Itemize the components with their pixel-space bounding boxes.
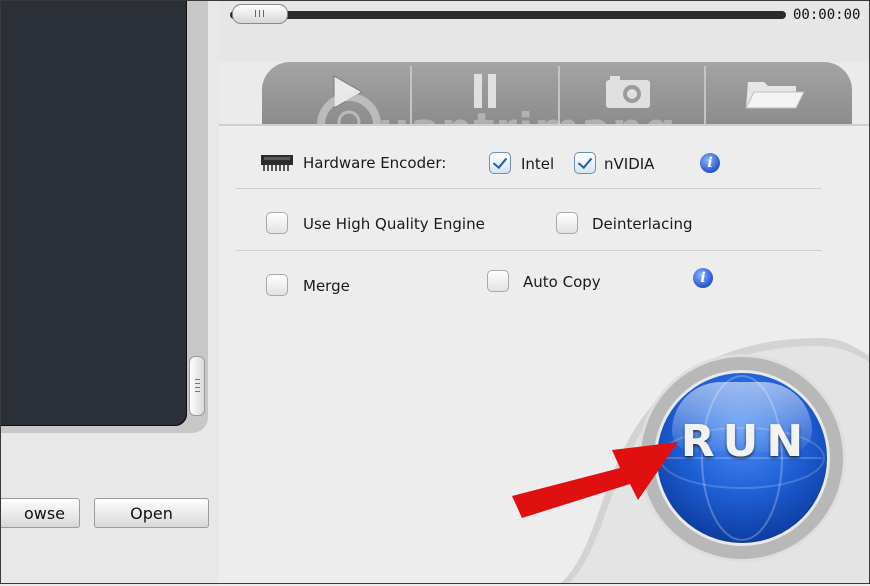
play-icon — [333, 75, 364, 109]
auto-copy-checkbox[interactable] — [487, 270, 509, 292]
time-readout: 00:00:00 — [793, 7, 861, 23]
row-divider — [236, 250, 822, 251]
pause-icon — [474, 74, 496, 108]
camera-icon — [606, 76, 650, 108]
merge-label: Merge — [303, 277, 350, 295]
high-quality-engine-label: Use High Quality Engine — [303, 215, 485, 233]
info-icon[interactable]: i — [700, 153, 720, 173]
info-icon[interactable]: i — [693, 268, 713, 288]
nvidia-label: nVIDIA — [604, 155, 655, 173]
auto-copy-label: Auto Copy — [523, 273, 601, 291]
hardware-chip-icon — [261, 155, 293, 171]
intel-checkbox[interactable] — [489, 152, 511, 174]
nvidia-checkbox[interactable] — [574, 152, 596, 174]
vertical-scrollbar-thumb[interactable] — [189, 356, 205, 416]
control-tab-bar — [262, 62, 852, 124]
pause-tab[interactable] — [412, 62, 556, 124]
browse-button[interactable]: owse — [0, 498, 80, 528]
seek-thumb[interactable] — [232, 4, 288, 24]
run-button-label: RUN — [680, 416, 812, 467]
snapshot-tab[interactable] — [560, 62, 702, 124]
preview-screen — [1, 1, 187, 426]
open-folder-tab[interactable] — [706, 62, 852, 124]
player-control-strip — [219, 0, 870, 62]
open-button[interactable]: Open — [94, 498, 209, 528]
row-divider — [236, 188, 822, 189]
seek-bar[interactable] — [230, 11, 786, 19]
preview-frame — [1, 1, 208, 433]
hardware-encoder-label: Hardware Encoder: — [303, 154, 447, 172]
merge-checkbox[interactable] — [266, 274, 288, 296]
left-panel — [1, 1, 219, 583]
deinterlacing-label: Deinterlacing — [592, 215, 693, 233]
high-quality-engine-checkbox[interactable] — [266, 212, 288, 234]
folder-icon — [745, 82, 805, 109]
play-tab[interactable] — [262, 62, 408, 124]
deinterlacing-checkbox[interactable] — [556, 212, 578, 234]
intel-label: Intel — [521, 155, 555, 173]
